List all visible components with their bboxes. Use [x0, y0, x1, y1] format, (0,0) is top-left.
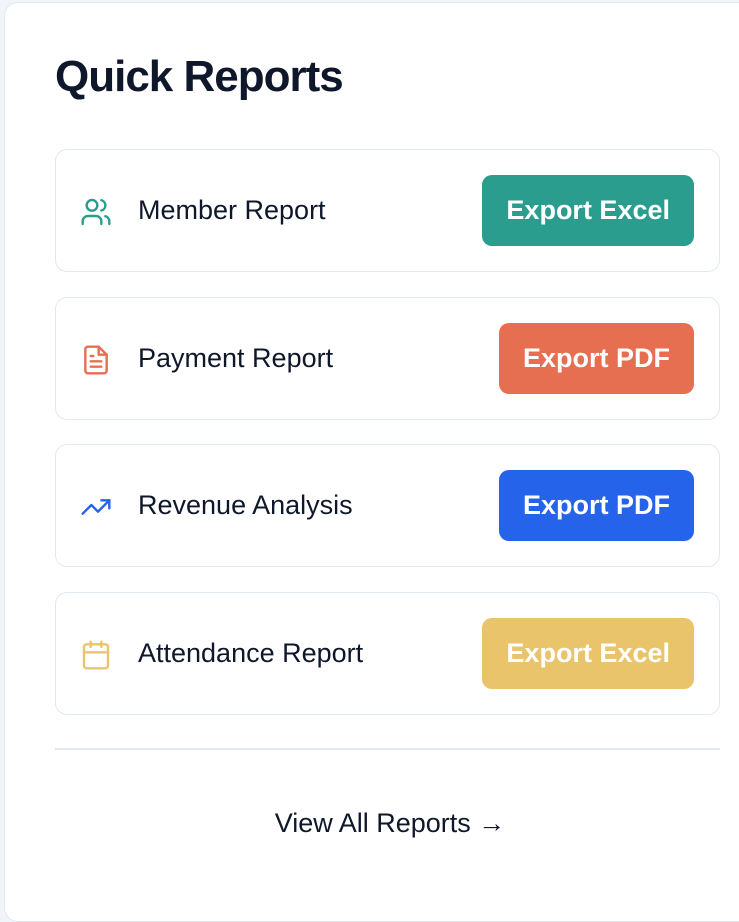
export-pdf-button[interactable]: Export PDF [498, 323, 694, 394]
view-all-reports-link[interactable]: View All Reports → [5, 803, 739, 843]
report-label: Member Report [138, 195, 326, 225]
report-row-member: Member Report Export Excel [55, 149, 720, 272]
divider [55, 748, 720, 750]
export-pdf-button[interactable]: Export PDF [498, 470, 694, 541]
report-row-attendance: Attendance Report Export Excel [55, 592, 720, 715]
calendar-icon [80, 639, 112, 671]
report-row-payment: Payment Report Export PDF [55, 297, 720, 420]
file-text-icon [80, 344, 112, 376]
trending-up-icon [80, 491, 112, 523]
panel-title: Quick Reports [55, 52, 344, 101]
report-label: Revenue Analysis [138, 490, 353, 520]
report-row-revenue: Revenue Analysis Export PDF [55, 444, 720, 567]
report-label: Payment Report [138, 343, 334, 373]
export-excel-button[interactable]: Export Excel [482, 618, 694, 689]
quick-reports-panel: Quick Reports Member Report Export Excel… [4, 2, 739, 922]
report-label: Attendance Report [138, 638, 364, 668]
export-excel-button[interactable]: Export Excel [482, 175, 694, 246]
users-icon [80, 196, 112, 228]
